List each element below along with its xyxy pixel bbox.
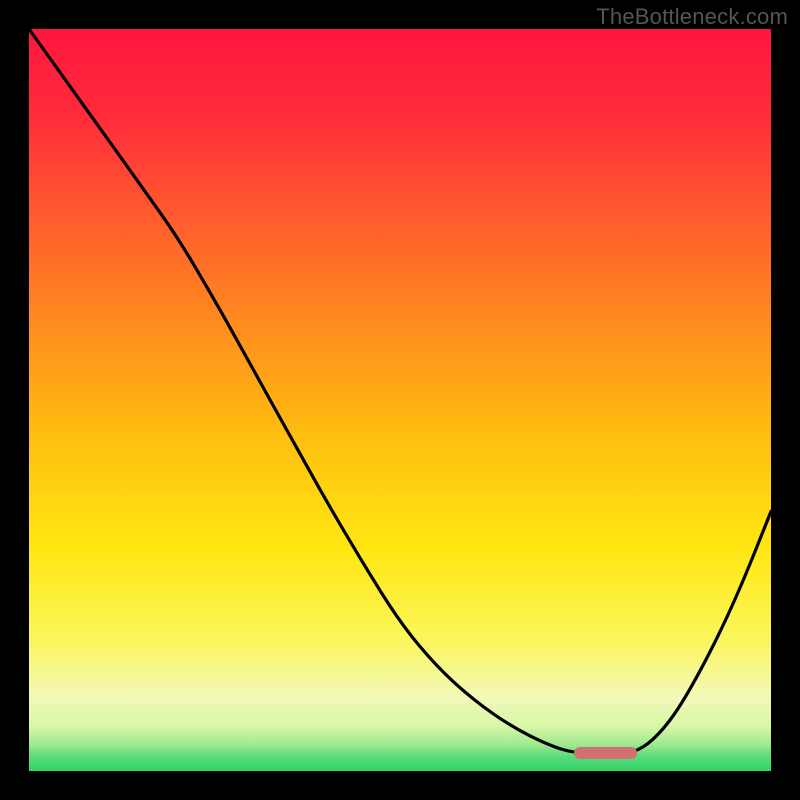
watermark-text: TheBottleneck.com (596, 4, 788, 30)
sweet-spot-marker (574, 747, 637, 759)
chart-frame: TheBottleneck.com (0, 0, 800, 800)
curve-path (29, 29, 771, 753)
bottleneck-curve (29, 29, 771, 771)
